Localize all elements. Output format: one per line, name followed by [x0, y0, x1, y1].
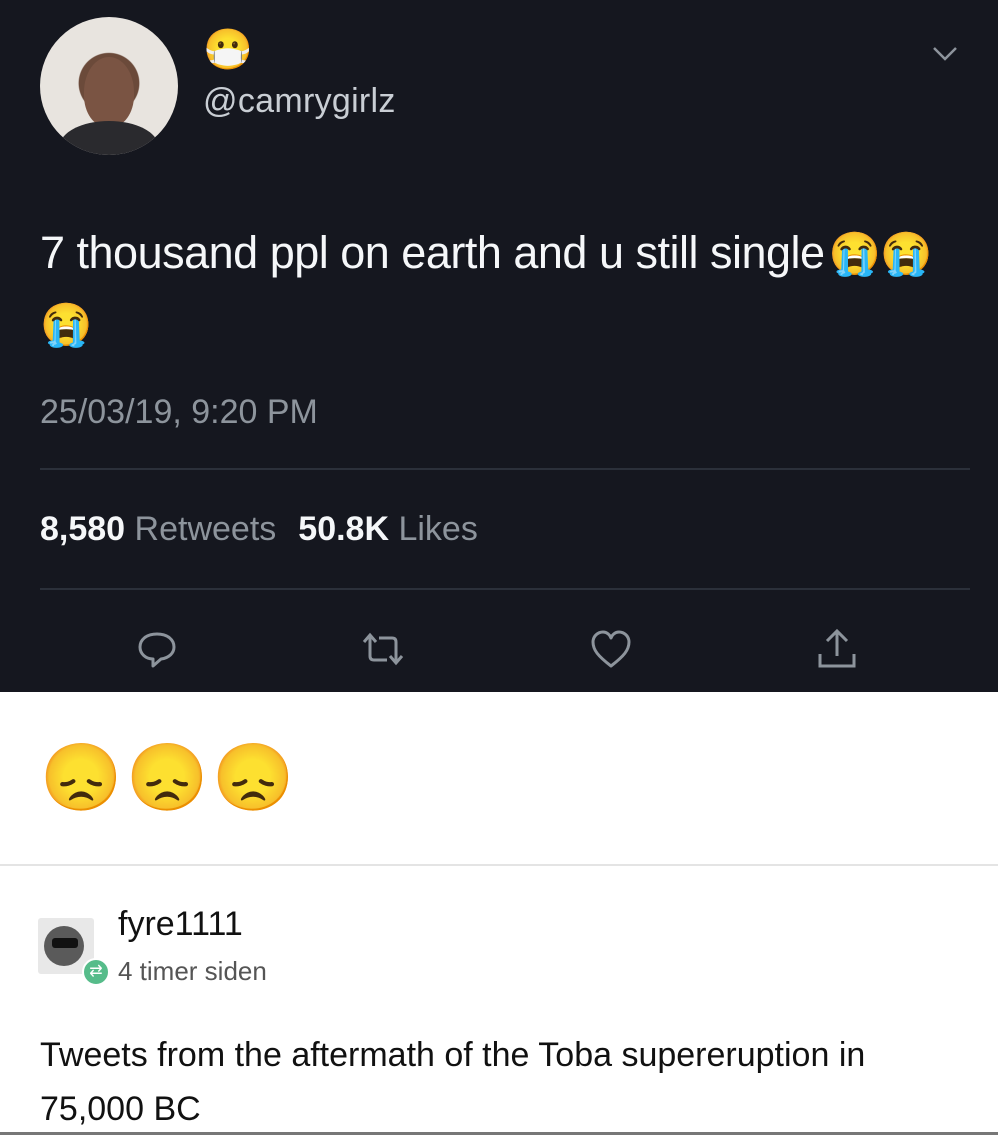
- post-time: 4 timer siden: [118, 956, 267, 986]
- reblog-icon: ⇄: [82, 958, 110, 986]
- retweets-label[interactable]: Retweets: [135, 510, 277, 548]
- avatar-face: [84, 57, 134, 127]
- avatar-shirt: [60, 121, 158, 155]
- user-handle[interactable]: @camrygirlz: [203, 82, 396, 121]
- likes-label[interactable]: Likes: [398, 510, 477, 548]
- reaction-emojis: 😞😞😞: [40, 740, 299, 814]
- profile-avatar[interactable]: [40, 17, 178, 155]
- retweet-icon[interactable]: [360, 626, 406, 672]
- post-caption: Tweets from the aftermath of the Toba su…: [40, 1036, 866, 1128]
- sunglasses-icon: [52, 938, 78, 948]
- reblogger-username[interactable]: fyre1111: [118, 905, 243, 944]
- share-icon[interactable]: [814, 626, 860, 672]
- tweet-card: 😷 @camrygirlz 7 thousand ppl on earth an…: [0, 0, 998, 692]
- chevron-down-icon[interactable]: [930, 40, 960, 66]
- likes-count[interactable]: 50.8K: [298, 510, 389, 548]
- tweet-timestamp: 25/03/19, 9:20 PM: [40, 393, 318, 431]
- divider: [40, 588, 970, 590]
- divider: [40, 468, 970, 470]
- reply-icon[interactable]: [134, 626, 180, 672]
- post-divider: [0, 864, 998, 866]
- retweets-count[interactable]: 8,580: [40, 510, 125, 548]
- tweet-text: 7 thousand ppl on earth and u still sing…: [40, 218, 940, 360]
- tweet-body: 7 thousand ppl on earth and u still sing…: [40, 227, 825, 278]
- tweet-stats: 8,580 Retweets 50.8K Likes: [40, 510, 478, 549]
- display-name-emoji: 😷: [203, 28, 253, 72]
- like-icon[interactable]: [588, 626, 634, 672]
